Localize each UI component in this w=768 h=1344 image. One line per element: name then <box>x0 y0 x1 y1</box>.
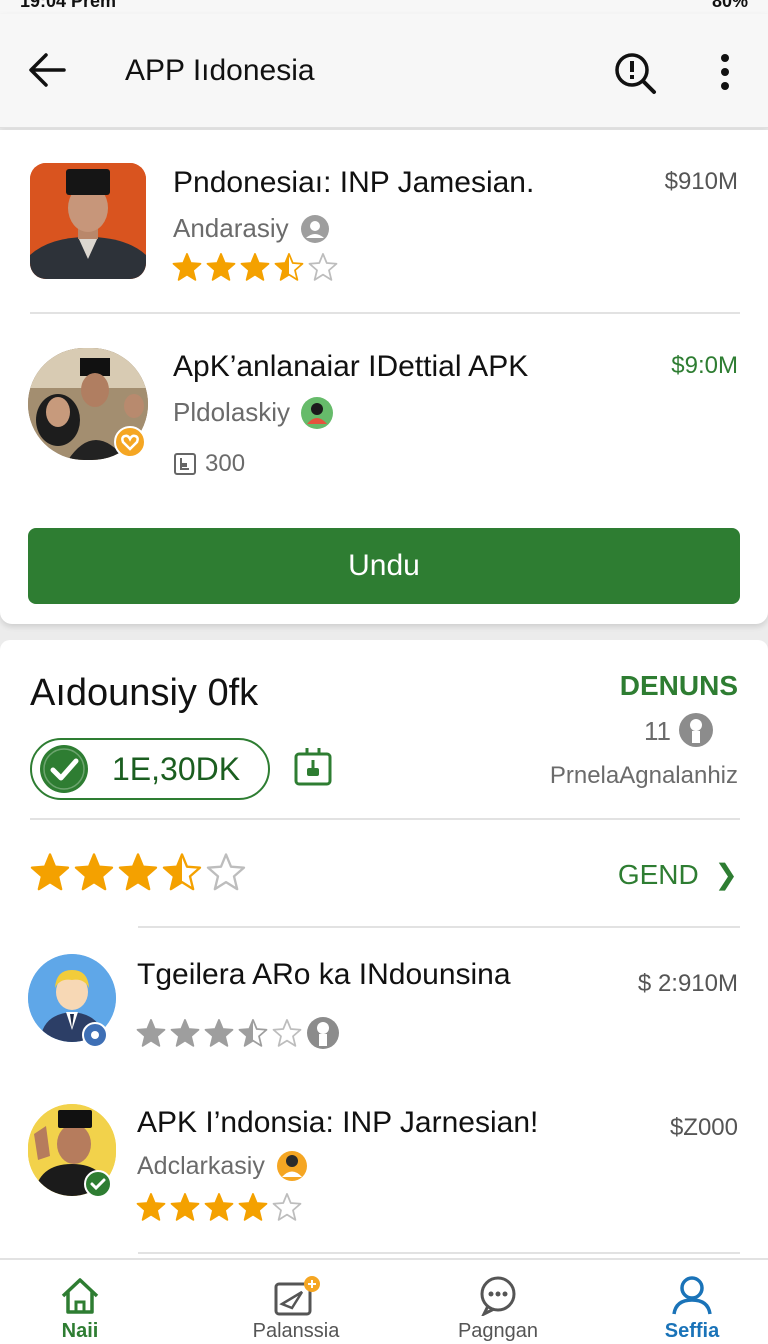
overall-rating-stars <box>30 852 246 892</box>
send-icon <box>274 1276 320 1316</box>
star-icon <box>170 1019 200 1047</box>
user-icon <box>679 713 713 747</box>
star-icon <box>272 1193 302 1221</box>
package-icon[interactable] <box>293 748 333 788</box>
star-icon <box>136 1193 166 1221</box>
star-icon <box>170 1193 200 1221</box>
divider <box>138 926 740 928</box>
list-item-price: $Z000 <box>669 1114 738 1141</box>
app-title[interactable]: ApK’anlanaiar IDettial APK <box>173 350 528 384</box>
featured-apps-card: Pndonesiaı: INP Jamesian. Andarasiy $910… <box>0 130 768 624</box>
verified-badge-icon <box>301 215 329 243</box>
page-title: APP Iıdonesia <box>125 54 315 87</box>
star-icon <box>204 1193 234 1221</box>
nav-profile[interactable]: Seffia <box>612 1260 768 1344</box>
star-icon <box>308 253 338 281</box>
star-icon <box>172 253 202 281</box>
star-icon <box>272 1019 302 1047</box>
star-icon <box>238 1193 268 1221</box>
downloads-link[interactable]: DENUNS <box>620 670 738 702</box>
list-item-title[interactable]: APK I’ndonsia: INP Jarnesian! <box>137 1106 538 1140</box>
app-developer: Pldolaskiy <box>173 397 291 427</box>
more-options-icon[interactable] <box>712 52 738 92</box>
list-item-rating <box>136 1192 302 1222</box>
developer-avatar-icon <box>277 1151 307 1181</box>
download-button[interactable]: Undu <box>28 528 740 604</box>
verified-check-icon <box>84 1170 112 1198</box>
user-icon <box>307 1017 339 1049</box>
app-detail-card: Aıdounsiy 0fk DENUNS 11 PrnelaAgnalanhiz… <box>0 640 768 1260</box>
list-item-rating <box>136 1018 302 1048</box>
nav-home-label: Naii <box>61 1320 99 1342</box>
star-icon <box>136 1019 166 1047</box>
check-circle-icon <box>40 745 88 793</box>
app-title[interactable]: Pndonesiaı: INP Jamesian. <box>173 166 534 200</box>
back-arrow-icon[interactable] <box>26 50 70 90</box>
app-icon[interactable] <box>30 163 146 279</box>
star-icon <box>162 853 202 891</box>
list-item-title[interactable]: Tgeilera ARo ka INdounsina <box>137 958 511 992</box>
star-icon <box>74 853 114 891</box>
install-size-pill[interactable]: 1E,30DK <box>30 738 270 800</box>
app-price: $9:0M <box>671 352 738 379</box>
home-icon <box>61 1278 99 1314</box>
nav-send[interactable]: Palanssia <box>216 1260 376 1344</box>
star-icon <box>238 1019 268 1047</box>
chat-icon <box>480 1276 516 1316</box>
star-icon <box>206 253 236 281</box>
see-more-link[interactable]: GEND ❯ <box>618 858 738 891</box>
nav-profile-label: Seffia <box>664 1320 720 1342</box>
search-icon[interactable] <box>612 50 658 96</box>
divider <box>30 818 740 820</box>
download-count: 300 <box>205 450 246 477</box>
developer-avatar-icon <box>301 397 333 429</box>
review-count: 11 <box>644 716 671 746</box>
star-icon <box>206 853 246 891</box>
app-price: $910M <box>664 168 738 195</box>
app-bar: APP Iıdonesia <box>0 14 768 128</box>
app-developer: Andarasiy <box>173 213 289 243</box>
star-icon <box>118 853 158 891</box>
chevron-right-icon: ❯ <box>714 859 738 890</box>
person-icon <box>672 1276 712 1315</box>
section-subtitle: PrnelaAgnalanhiz <box>549 762 738 789</box>
person-portrait-icon <box>30 163 146 279</box>
status-time: 19:04 Prem <box>20 0 117 11</box>
star-icon <box>274 253 304 281</box>
status-bar: 19:04 Prem 80% <box>0 0 768 14</box>
heart-badge-icon <box>114 426 146 458</box>
nav-chat-label: Pagngan <box>457 1320 539 1342</box>
download-count-icon <box>174 453 196 475</box>
list-item-price: $ 2:910M <box>637 970 738 997</box>
list-item-developer: Adclarkasiy <box>137 1152 265 1180</box>
divider <box>30 312 740 314</box>
status-battery: 80% <box>711 0 748 11</box>
nav-chat[interactable]: Pagngan <box>418 1260 578 1344</box>
section-title: Aıdounsiy 0fk <box>30 672 259 714</box>
divider <box>138 1252 740 1254</box>
rating-stars <box>172 252 338 282</box>
nav-home[interactable]: Naii <box>0 1260 160 1344</box>
nav-send-label: Palanssia <box>252 1320 340 1342</box>
star-icon <box>30 853 70 891</box>
see-more-label: GEND <box>617 859 699 890</box>
star-icon <box>240 253 270 281</box>
bottom-navigation: Naii Palanssia Pagngan Seffia <box>0 1258 768 1344</box>
star-icon <box>204 1019 234 1047</box>
settings-badge-icon <box>82 1022 108 1048</box>
install-size-value: 1E,30DK <box>112 750 241 787</box>
